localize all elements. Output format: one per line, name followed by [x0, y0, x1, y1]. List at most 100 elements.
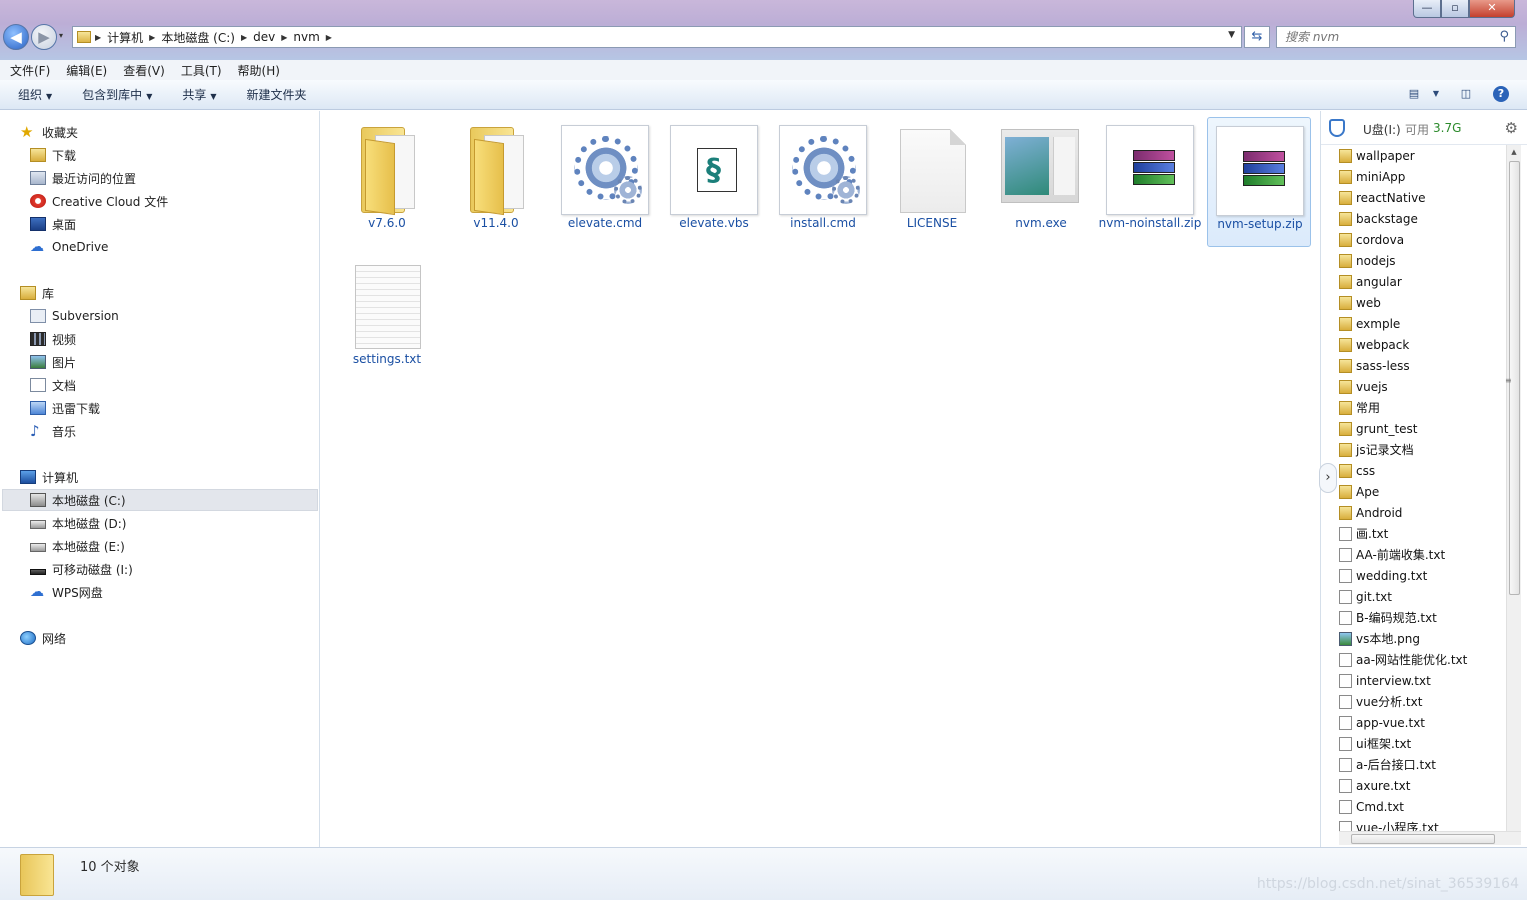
chevron-right-icon[interactable]: ▶	[149, 33, 155, 42]
preview-list-item[interactable]: Android	[1339, 502, 1507, 523]
nav-item-subversion[interactable]: Subversion	[30, 305, 119, 327]
preview-list-item[interactable]: a-后台接口.txt	[1339, 754, 1507, 775]
search-box[interactable]: ⚲	[1276, 26, 1516, 48]
scroll-up-icon[interactable]: ▲	[1507, 145, 1521, 159]
nav-item-onedrive[interactable]: ☁ OneDrive	[30, 236, 108, 258]
chevron-right-icon[interactable]: ▶	[95, 33, 101, 42]
file-item-cmd[interactable]: elevate.cmd	[553, 117, 657, 247]
preview-list-item[interactable]: wedding.txt	[1339, 565, 1507, 586]
close-button[interactable]: ✕	[1469, 0, 1515, 18]
preview-list-item[interactable]: 常用	[1339, 397, 1507, 418]
preview-list-item[interactable]: interview.txt	[1339, 670, 1507, 691]
chevron-right-icon[interactable]: ▶	[281, 33, 287, 42]
preview-list-item[interactable]: vue分析.txt	[1339, 691, 1507, 712]
nav-favorites[interactable]: ★ 收藏夹	[20, 121, 78, 143]
search-input[interactable]	[1277, 27, 1477, 47]
preview-list-item[interactable]: css	[1339, 460, 1507, 481]
preview-list-item[interactable]: backstage	[1339, 208, 1507, 229]
preview-pane-icon[interactable]: ◫	[1457, 86, 1475, 102]
nav-item-pictures[interactable]: 图片	[30, 351, 76, 373]
minimize-button[interactable]: —	[1413, 0, 1441, 18]
preview-list-item[interactable]: app-vue.txt	[1339, 712, 1507, 733]
file-item-vbs[interactable]: § elevate.vbs	[662, 117, 766, 247]
file-item-txt[interactable]: settings.txt	[335, 253, 439, 383]
preview-list-item[interactable]: cordova	[1339, 229, 1507, 250]
preview-list-item[interactable]: ui框架.txt	[1339, 733, 1507, 754]
help-icon[interactable]: ?	[1493, 86, 1509, 102]
file-item-zip-selected[interactable]: nvm-setup.zip	[1207, 117, 1311, 247]
nav-item-recent[interactable]: 最近访问的位置	[30, 167, 136, 189]
scrollbar-thumb[interactable]	[1351, 834, 1495, 844]
history-dropdown[interactable]: ▾	[59, 31, 63, 40]
menu-tools[interactable]: 工具(T)	[181, 62, 222, 79]
nav-item-removable-i[interactable]: 可移动磁盘 (I:)	[30, 558, 133, 580]
nav-libraries[interactable]: 库	[20, 282, 54, 304]
nav-item-downloads[interactable]: 下载	[30, 144, 76, 166]
nav-computer[interactable]: 计算机	[20, 466, 78, 488]
expand-arrow-icon[interactable]: ›	[1319, 463, 1337, 493]
chevron-right-icon[interactable]: ▶	[241, 33, 247, 42]
nav-item-drive-d[interactable]: 本地磁盘 (D:)	[30, 512, 126, 534]
menu-edit[interactable]: 编辑(E)	[66, 62, 107, 79]
breadcrumb-drive-c[interactable]: 本地磁盘 (C:)	[161, 29, 235, 46]
preview-list-item[interactable]: B-编码规范.txt	[1339, 607, 1507, 628]
breadcrumb-nvm[interactable]: nvm	[293, 30, 319, 44]
nav-item-wps-cloud[interactable]: ☁ WPS网盘	[30, 581, 103, 603]
nav-item-videos[interactable]: 视频	[30, 328, 76, 350]
refresh-button[interactable]: ⇆	[1244, 26, 1270, 48]
file-item-zip[interactable]: nvm-noinstall.zip	[1098, 117, 1202, 247]
forward-button[interactable]: ▶	[31, 24, 57, 50]
horizontal-scrollbar[interactable]	[1339, 831, 1521, 845]
file-item-folder[interactable]: v11.4.0	[444, 117, 548, 247]
nav-network[interactable]: 网络	[20, 627, 66, 649]
preview-list-item[interactable]: exmple	[1339, 313, 1507, 334]
menu-file[interactable]: 文件(F)	[10, 62, 50, 79]
preview-list-item[interactable]: reactNative	[1339, 187, 1507, 208]
vertical-scrollbar[interactable]: ▲	[1506, 145, 1521, 835]
preview-list-item[interactable]: nodejs	[1339, 250, 1507, 271]
preview-list-item[interactable]: 画.txt	[1339, 523, 1507, 544]
preview-list-item[interactable]: wallpaper	[1339, 145, 1507, 166]
nav-item-documents[interactable]: 文档	[30, 374, 76, 396]
address-dropdown-icon[interactable]: ▼	[1228, 30, 1235, 40]
new-folder-button[interactable]: 新建文件夹	[247, 86, 307, 103]
nav-item-drive-c[interactable]: 本地磁盘 (C:)	[2, 489, 318, 511]
search-icon[interactable]: ⚲	[1499, 29, 1509, 44]
file-item-cmd[interactable]: install.cmd	[771, 117, 875, 247]
breadcrumb-computer[interactable]: 计算机	[107, 29, 143, 46]
preview-list-item[interactable]: vuejs	[1339, 376, 1507, 397]
nav-item-creative-cloud[interactable]: Creative Cloud 文件	[30, 190, 168, 212]
breadcrumb-dev[interactable]: dev	[253, 30, 275, 44]
preview-list-item[interactable]: grunt_test	[1339, 418, 1507, 439]
include-library-button[interactable]: 包含到库中 ▼	[82, 86, 152, 103]
preview-list-item[interactable]: miniApp	[1339, 166, 1507, 187]
preview-list-item[interactable]: sass-less	[1339, 355, 1507, 376]
menu-view[interactable]: 查看(V)	[123, 62, 165, 79]
file-item-folder[interactable]: v7.6.0	[335, 117, 439, 247]
maximize-button[interactable]: ▫	[1441, 0, 1469, 18]
gear-icon[interactable]: ⚙	[1505, 119, 1518, 137]
preview-list-item[interactable]: axure.txt	[1339, 775, 1507, 796]
preview-list-item[interactable]: Cmd.txt	[1339, 796, 1507, 817]
preview-list-item[interactable]: aa-网站性能优化.txt	[1339, 649, 1507, 670]
nav-item-drive-e[interactable]: 本地磁盘 (E:)	[30, 535, 125, 557]
menu-help[interactable]: 帮助(H)	[238, 62, 280, 79]
preview-list-item[interactable]: vs本地.png	[1339, 628, 1507, 649]
nav-item-desktop[interactable]: 桌面	[30, 213, 76, 235]
file-item-exe[interactable]: nvm.exe	[989, 117, 1093, 247]
preview-list-item[interactable]: webpack	[1339, 334, 1507, 355]
file-item-blank[interactable]: LICENSE	[880, 117, 984, 247]
view-dropdown-icon[interactable]: ▼	[1427, 86, 1445, 102]
address-bar[interactable]: ▶ 计算机 ▶ 本地磁盘 (C:) ▶ dev ▶ nvm ▶ ▼	[72, 26, 1242, 48]
change-view-icon[interactable]: ▤	[1405, 86, 1423, 102]
preview-list-item[interactable]: web	[1339, 292, 1507, 313]
preview-list-item[interactable]: Ape	[1339, 481, 1507, 502]
preview-list-item[interactable]: git.txt	[1339, 586, 1507, 607]
nav-item-music[interactable]: ♪ 音乐	[30, 420, 76, 442]
preview-list-item[interactable]: AA-前端收集.txt	[1339, 544, 1507, 565]
share-button[interactable]: 共享 ▼	[182, 86, 216, 103]
nav-item-xunlei[interactable]: 迅雷下载	[30, 397, 100, 419]
back-button[interactable]: ◀	[3, 24, 29, 50]
preview-list-item[interactable]: angular	[1339, 271, 1507, 292]
chevron-right-icon[interactable]: ▶	[326, 33, 332, 42]
